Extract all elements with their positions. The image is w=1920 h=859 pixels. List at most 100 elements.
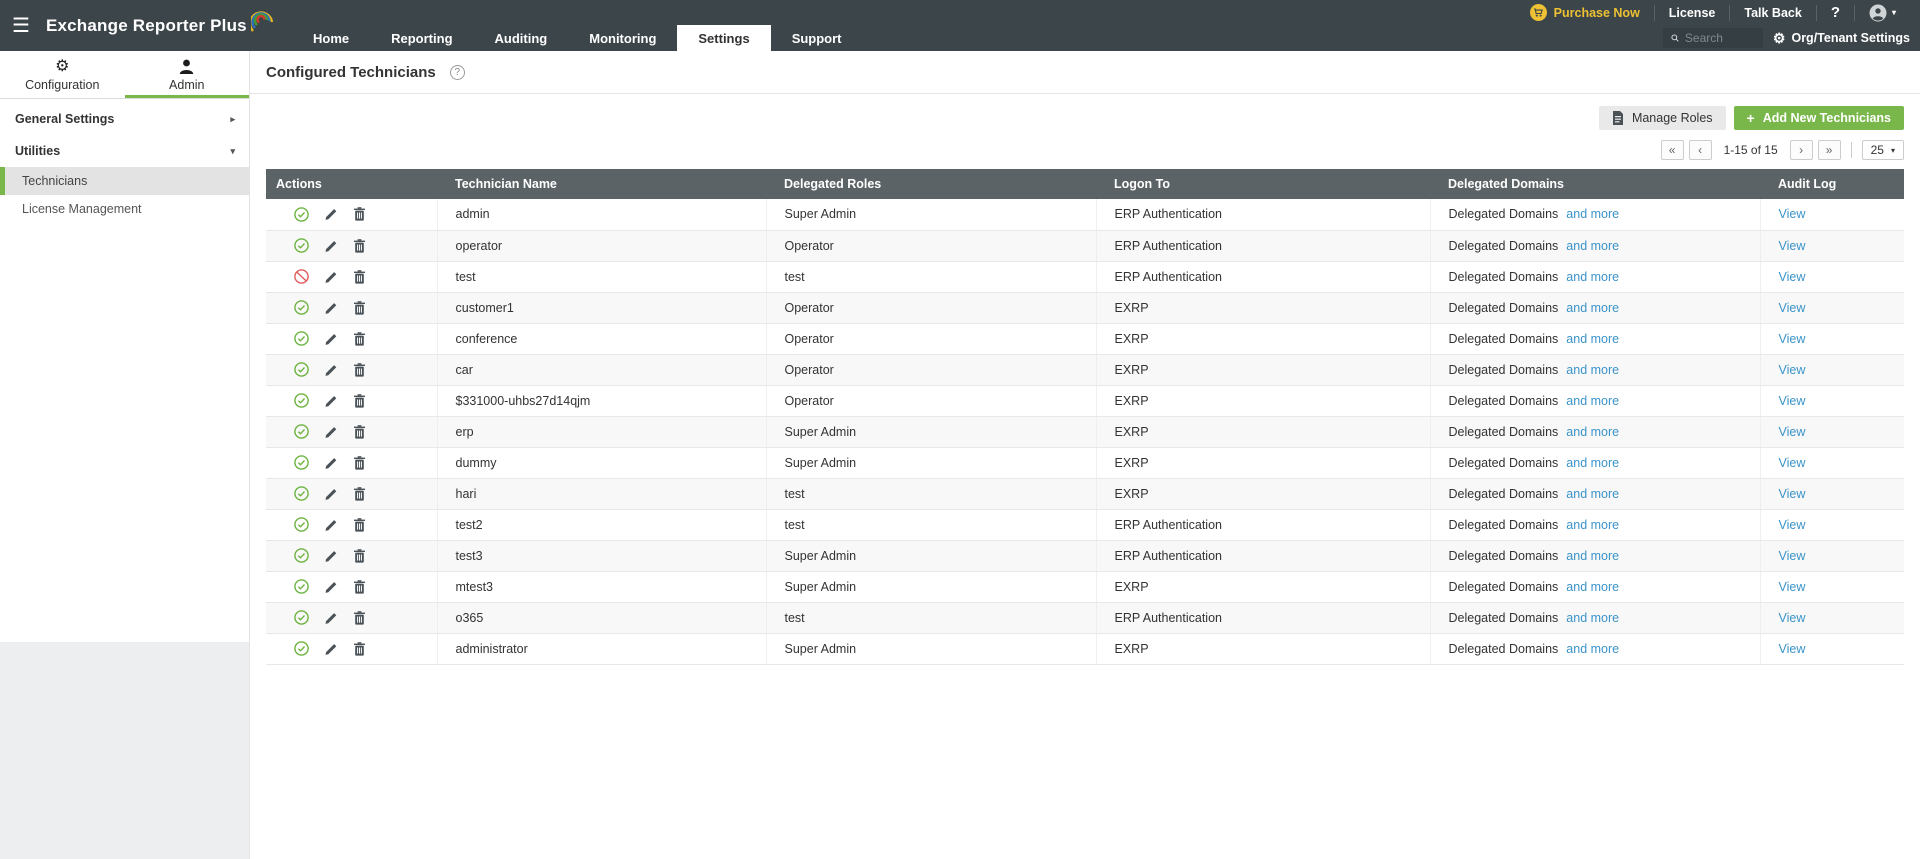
and-more-link[interactable]: and more <box>1566 239 1619 253</box>
sidebar-section-utilities[interactable]: Utilities ▾ <box>0 135 249 167</box>
prev-page-button[interactable]: ‹ <box>1688 140 1712 160</box>
edit-icon[interactable] <box>324 611 338 625</box>
view-link[interactable]: View <box>1779 425 1806 439</box>
view-link[interactable]: View <box>1779 518 1806 532</box>
and-more-link[interactable]: and more <box>1566 456 1619 470</box>
sidebar-section-general-settings[interactable]: General Settings ▸ <box>0 103 249 135</box>
delete-icon[interactable] <box>353 331 366 346</box>
and-more-link[interactable]: and more <box>1566 332 1619 346</box>
delete-icon[interactable] <box>353 269 366 284</box>
status-toggle-icon[interactable] <box>294 548 309 563</box>
last-page-button[interactable]: » <box>1817 140 1841 160</box>
nav-tab-home[interactable]: Home <box>292 25 370 51</box>
and-more-link[interactable]: and more <box>1566 270 1619 284</box>
view-link[interactable]: View <box>1779 456 1806 470</box>
and-more-link[interactable]: and more <box>1566 425 1619 439</box>
delete-icon[interactable] <box>353 455 366 470</box>
status-toggle-icon[interactable] <box>294 641 309 656</box>
delete-icon[interactable] <box>353 486 366 501</box>
edit-icon[interactable] <box>324 425 338 439</box>
delete-icon[interactable] <box>353 641 366 656</box>
nav-tab-auditing[interactable]: Auditing <box>474 25 569 51</box>
page-help-icon[interactable]: ? <box>449 65 465 80</box>
status-toggle-icon[interactable] <box>294 424 309 439</box>
nav-tab-reporting[interactable]: Reporting <box>370 25 473 51</box>
edit-icon[interactable] <box>324 394 338 408</box>
view-link[interactable]: View <box>1779 642 1806 656</box>
first-page-button[interactable]: « <box>1660 140 1684 160</box>
edit-icon[interactable] <box>324 642 338 656</box>
edit-icon[interactable] <box>324 456 338 470</box>
search-box[interactable] <box>1662 28 1763 48</box>
delete-icon[interactable] <box>353 424 366 439</box>
and-more-link[interactable]: and more <box>1566 487 1619 501</box>
delete-icon[interactable] <box>353 610 366 625</box>
talk-back-link[interactable]: Talk Back <box>1729 4 1815 21</box>
and-more-link[interactable]: and more <box>1566 363 1619 377</box>
page-size-select[interactable]: 25 ▾ <box>1861 140 1904 160</box>
view-link[interactable]: View <box>1779 239 1806 253</box>
delete-icon[interactable] <box>353 207 366 221</box>
status-toggle-icon[interactable] <box>294 238 309 253</box>
purchase-now-link[interactable]: Purchase Now <box>1516 4 1654 21</box>
and-more-link[interactable]: and more <box>1566 394 1619 408</box>
delete-icon[interactable] <box>353 362 366 377</box>
and-more-link[interactable]: and more <box>1566 580 1619 594</box>
delete-icon[interactable] <box>353 300 366 315</box>
view-link[interactable]: View <box>1779 580 1806 594</box>
status-toggle-icon[interactable] <box>294 610 309 625</box>
edit-icon[interactable] <box>324 301 338 315</box>
nav-tab-monitoring[interactable]: Monitoring <box>568 25 677 51</box>
delete-icon[interactable] <box>353 579 366 594</box>
status-toggle-icon[interactable] <box>294 362 309 377</box>
sidebar-item-technicians[interactable]: Technicians <box>0 167 249 195</box>
delete-icon[interactable] <box>353 238 366 253</box>
delete-icon[interactable] <box>353 548 366 563</box>
edit-icon[interactable] <box>324 580 338 594</box>
app-logo[interactable]: Exchange Reporter Plus <box>46 10 275 36</box>
status-toggle-icon[interactable] <box>294 393 309 408</box>
edit-icon[interactable] <box>324 549 338 563</box>
status-toggle-icon[interactable] <box>294 517 309 532</box>
status-toggle-icon[interactable] <box>294 455 309 470</box>
and-more-link[interactable]: and more <box>1566 207 1619 221</box>
tab-configuration[interactable]: ⚙ Configuration <box>0 51 125 98</box>
view-link[interactable]: View <box>1779 487 1806 501</box>
status-toggle-icon[interactable] <box>294 331 309 346</box>
edit-icon[interactable] <box>324 487 338 501</box>
delete-icon[interactable] <box>353 517 366 532</box>
edit-icon[interactable] <box>324 207 338 221</box>
org-tenant-settings-button[interactable]: ⚙ Org/Tenant Settings <box>1773 31 1910 45</box>
and-more-link[interactable]: and more <box>1566 518 1619 532</box>
status-toggle-icon[interactable] <box>294 206 309 222</box>
status-toggle-icon[interactable] <box>294 579 309 594</box>
edit-icon[interactable] <box>324 239 338 253</box>
tab-admin[interactable]: Admin <box>124 51 250 98</box>
nav-tab-settings[interactable]: Settings <box>677 25 771 51</box>
sidebar-item-license-management[interactable]: License Management <box>0 195 249 223</box>
nav-tab-support[interactable]: Support <box>771 25 863 51</box>
status-toggle-icon[interactable] <box>294 486 309 501</box>
next-page-button[interactable]: › <box>1789 140 1813 160</box>
edit-icon[interactable] <box>324 332 338 346</box>
delete-icon[interactable] <box>353 393 366 408</box>
hamburger-menu-icon[interactable]: ☰ <box>12 16 30 36</box>
and-more-link[interactable]: and more <box>1566 301 1619 315</box>
user-menu[interactable]: ▾ <box>1853 4 1910 21</box>
view-link[interactable]: View <box>1779 332 1806 346</box>
edit-icon[interactable] <box>324 270 338 284</box>
and-more-link[interactable]: and more <box>1566 549 1619 563</box>
edit-icon[interactable] <box>324 518 338 532</box>
view-link[interactable]: View <box>1779 549 1806 563</box>
manage-roles-button[interactable]: Manage Roles <box>1598 106 1726 130</box>
view-link[interactable]: View <box>1779 611 1806 625</box>
view-link[interactable]: View <box>1779 301 1806 315</box>
status-toggle-icon[interactable] <box>294 269 309 284</box>
view-link[interactable]: View <box>1779 207 1806 221</box>
edit-icon[interactable] <box>324 363 338 377</box>
search-input[interactable] <box>1684 31 1755 45</box>
help-button[interactable]: ? <box>1815 4 1854 21</box>
and-more-link[interactable]: and more <box>1566 611 1619 625</box>
license-link[interactable]: License <box>1653 4 1730 21</box>
status-toggle-icon[interactable] <box>294 300 309 315</box>
